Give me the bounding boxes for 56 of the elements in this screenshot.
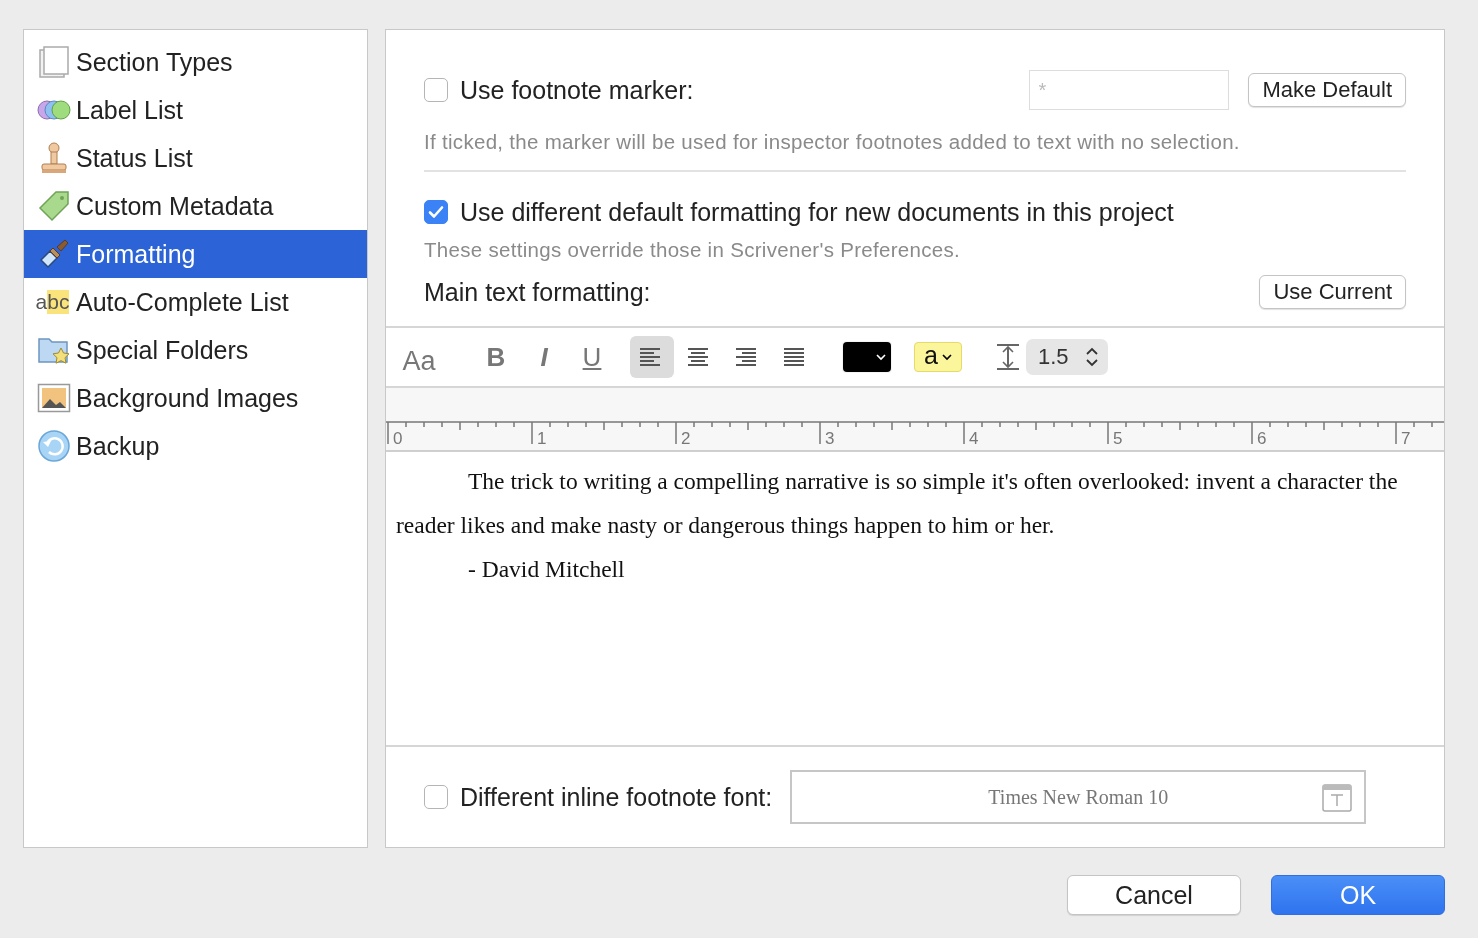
sidebar-item[interactable]: Custom Metadata bbox=[24, 182, 367, 230]
align-left-button[interactable] bbox=[630, 336, 674, 378]
chevron-icon bbox=[876, 353, 886, 361]
text-editor[interactable]: The trick to writing a compelling narrative is so simple it's often overlooked: invent a character the reader likes and make nasty or dangerous things happen to him or her. - David Mitchell bbox=[386, 452, 1444, 747]
section-label: Main text formatting: bbox=[424, 277, 651, 307]
checkbox-label: Different inline footnote font: bbox=[460, 782, 773, 812]
sidebar-item[interactable]: Status List bbox=[24, 134, 367, 182]
checkbox[interactable] bbox=[424, 78, 448, 102]
sidebar-item[interactable]: Formatting bbox=[24, 230, 367, 278]
checkbox[interactable] bbox=[424, 785, 448, 809]
make-default-button[interactable]: Make Default bbox=[1248, 73, 1406, 107]
stepper-arrows-icon bbox=[1086, 347, 1098, 367]
picture-icon bbox=[37, 383, 71, 413]
sidebar-item[interactable]: Background Images bbox=[24, 374, 367, 422]
tag-icon bbox=[38, 190, 70, 222]
sidebar-item[interactable]: Section Types bbox=[24, 38, 367, 86]
ruler-number: 3 bbox=[825, 429, 835, 448]
highlight-dropdown[interactable]: a bbox=[914, 342, 962, 372]
font-button[interactable]: Aa bbox=[402, 345, 436, 377]
stamp-icon bbox=[39, 141, 69, 175]
ruler-number: 2 bbox=[681, 429, 691, 448]
ruler-number: 5 bbox=[1113, 429, 1123, 448]
sidebar-item[interactable]: abc Auto-Complete List bbox=[24, 278, 367, 326]
underline-button[interactable]: U bbox=[580, 341, 604, 373]
ruler-number: 1 bbox=[537, 429, 547, 448]
text-paragraph: The trick to writing a compelling narrative is so simple it's often overlooked: invent a character the reader likes and make nasty or dangerous things happen to him or her. bbox=[396, 467, 1399, 540]
circles-icon bbox=[36, 99, 72, 121]
font-field[interactable]: Times New Roman 10 bbox=[790, 770, 1367, 824]
brush-icon bbox=[38, 238, 70, 270]
checkbox-label: Use different default formatting for new documents in this project bbox=[460, 197, 1174, 227]
line-spacing-icon bbox=[996, 343, 1020, 371]
text-paragraph: - David Mitchell bbox=[467, 555, 626, 584]
use-current-button[interactable]: Use Current bbox=[1259, 275, 1406, 309]
italic-button[interactable]: I bbox=[532, 341, 556, 373]
checkbox[interactable] bbox=[424, 200, 448, 224]
chevron-icon bbox=[941, 353, 952, 361]
line-spacing-stepper[interactable]: 1.5 bbox=[1026, 339, 1108, 375]
ruler-number: 6 bbox=[1257, 429, 1267, 448]
ruler-number: 4 bbox=[969, 429, 979, 448]
bold-button[interactable]: B bbox=[484, 341, 508, 373]
pages-icon bbox=[38, 45, 70, 79]
sidebar-item[interactable]: Backup bbox=[24, 422, 367, 470]
refresh-icon bbox=[37, 429, 71, 463]
ok-button[interactable]: OK bbox=[1271, 875, 1445, 915]
ruler-number: 7 bbox=[1401, 429, 1411, 448]
marker-input-field[interactable]: * bbox=[1029, 70, 1230, 110]
font-panel-icon bbox=[1322, 784, 1353, 812]
sidebar-item[interactable]: Label List bbox=[24, 86, 367, 134]
checkbox-label: Use footnote marker: bbox=[460, 75, 694, 105]
description-text: If ticked, the marker will be used for inspector footnotes added to text with no selection. bbox=[424, 130, 1241, 154]
sidebar-item[interactable]: Special Folders bbox=[24, 326, 367, 374]
ruler-number: 0 bbox=[393, 429, 403, 448]
description-text: These settings override those in Scrivener's Preferences. bbox=[424, 238, 962, 262]
text-color-dropdown[interactable] bbox=[842, 341, 892, 373]
cancel-button[interactable]: Cancel bbox=[1067, 875, 1241, 915]
checkmark-icon bbox=[427, 203, 445, 221]
